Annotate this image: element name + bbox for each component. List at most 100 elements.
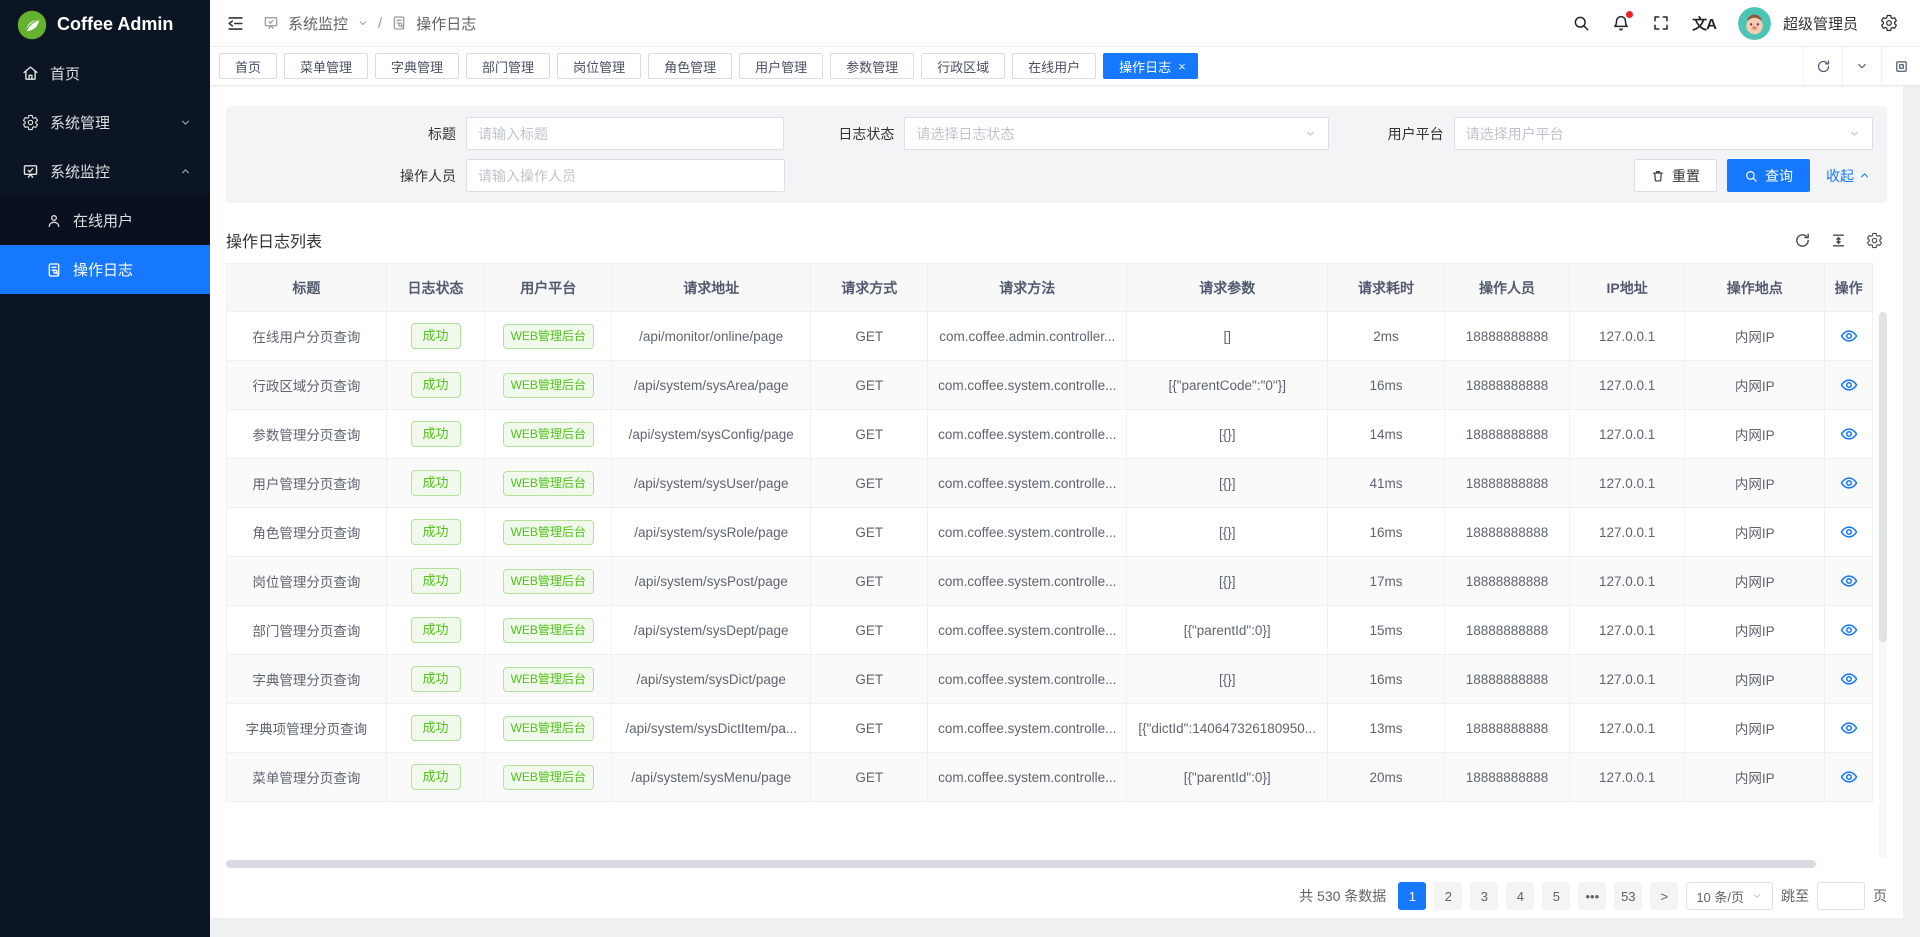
cell-function: com.coffee.system.controlle...	[928, 753, 1127, 802]
table-horizontal-scrollbar[interactable]	[226, 860, 1816, 868]
chevron-down-icon	[1855, 59, 1869, 73]
sidebar-item-system-management[interactable]: 系统管理	[0, 98, 210, 147]
cell-ip: 127.0.0.1	[1570, 606, 1685, 655]
eye-icon	[1840, 768, 1858, 786]
view-detail-button[interactable]	[1840, 572, 1858, 590]
cell-title: 行政区域分页查询	[227, 361, 387, 410]
close-tab-icon[interactable]: ×	[1178, 60, 1186, 73]
col-params: 请求参数	[1127, 264, 1328, 312]
sidebar-submenu: 在线用户 操作日志	[0, 196, 210, 294]
platform-select[interactable]: 请选择用户平台	[1454, 117, 1873, 150]
chevron-up-icon	[179, 165, 192, 178]
sidebar-item-home[interactable]: 首页	[0, 49, 210, 98]
tab-options-button[interactable]	[1842, 47, 1881, 85]
cell-duration: 16ms	[1328, 508, 1445, 557]
tab-online-users[interactable]: 在线用户	[1012, 53, 1096, 79]
view-detail-button[interactable]	[1840, 523, 1858, 541]
jump-page-input[interactable]	[1817, 882, 1865, 910]
view-detail-button[interactable]	[1840, 474, 1858, 492]
operator-input[interactable]	[466, 159, 785, 192]
cell-title: 字典管理分页查询	[227, 655, 387, 704]
tab-menu-management[interactable]: 菜单管理	[284, 53, 368, 79]
cell-title: 菜单管理分页查询	[227, 753, 387, 802]
cell-location: 内网IP	[1685, 606, 1825, 655]
table-vertical-scrollbar[interactable]	[1879, 312, 1887, 858]
cell-action	[1825, 312, 1873, 361]
sidebar-item-system-monitor[interactable]: 系统监控	[0, 147, 210, 196]
collapse-sidebar-button[interactable]	[226, 14, 245, 33]
tab-admin-area[interactable]: 行政区域	[921, 53, 1005, 79]
collapse-filter-link[interactable]: 收起	[1826, 166, 1871, 186]
view-detail-button[interactable]	[1840, 376, 1858, 394]
trash-icon	[1651, 169, 1665, 183]
cell-function: com.coffee.system.controlle...	[928, 410, 1127, 459]
page-button-3[interactable]: 3	[1470, 882, 1498, 910]
refresh-tab-button[interactable]	[1803, 47, 1842, 85]
view-detail-button[interactable]	[1840, 670, 1858, 688]
search-button[interactable]: 查询	[1727, 159, 1810, 192]
cell-operator: 18888888888	[1444, 753, 1569, 802]
page-button-4[interactable]: 4	[1506, 882, 1534, 910]
col-function: 请求方法	[928, 264, 1127, 312]
cell-method: GET	[811, 361, 928, 410]
view-detail-button[interactable]	[1840, 719, 1858, 737]
tab-dept-management[interactable]: 部门管理	[466, 53, 550, 79]
eye-icon	[1840, 670, 1858, 688]
cell-method: GET	[811, 704, 928, 753]
view-detail-button[interactable]	[1840, 768, 1858, 786]
cell-params: [{}]	[1127, 508, 1328, 557]
breadcrumb: 系统监控 / 操作日志	[263, 13, 476, 34]
tab-operation-log[interactable]: 操作日志 ×	[1103, 53, 1198, 79]
cell-params: [{"parentCode":"0"}]	[1127, 361, 1328, 410]
page-button-5[interactable]: 5	[1542, 882, 1570, 910]
tab-role-management[interactable]: 角色管理	[648, 53, 732, 79]
page-button-53[interactable]: 53	[1614, 882, 1642, 910]
page-size-select[interactable]: 10 条/页	[1686, 882, 1773, 910]
scrollbar-thumb[interactable]	[1879, 312, 1887, 642]
tab-dict-management[interactable]: 字典管理	[375, 53, 459, 79]
view-detail-button[interactable]	[1840, 621, 1858, 639]
cell-status: 成功	[386, 606, 485, 655]
global-search-button[interactable]	[1572, 14, 1590, 32]
app-logo[interactable]: Coffee Admin	[0, 0, 210, 49]
settings-button[interactable]	[1880, 14, 1898, 32]
page-button-2[interactable]: 2	[1434, 882, 1462, 910]
title-input[interactable]	[466, 117, 784, 150]
column-settings-button[interactable]	[1866, 232, 1883, 249]
notifications-button[interactable]	[1612, 14, 1630, 32]
cell-title: 字典项管理分页查询	[227, 704, 387, 753]
cell-params: [{}]	[1127, 410, 1328, 459]
cell-operator: 18888888888	[1444, 655, 1569, 704]
page-ellipsis[interactable]: •••	[1578, 882, 1606, 910]
reset-button[interactable]: 重置	[1634, 159, 1717, 192]
chevron-down-icon[interactable]	[357, 17, 369, 29]
row-density-button[interactable]	[1830, 232, 1847, 249]
content-fullscreen-button[interactable]	[1881, 47, 1920, 85]
filter-buttons: 重置 查询 收起	[1634, 159, 1873, 192]
breadcrumb-parent[interactable]: 系统监控	[288, 13, 348, 34]
sidebar-item-operation-log[interactable]: 操作日志	[0, 245, 210, 294]
tab-home[interactable]: 首页	[219, 53, 277, 79]
current-user-name[interactable]: 超级管理员	[1783, 13, 1858, 34]
avatar[interactable]	[1738, 7, 1771, 40]
view-detail-button[interactable]	[1840, 327, 1858, 345]
tab-user-management[interactable]: 用户管理	[739, 53, 823, 79]
tab-param-management[interactable]: 参数管理	[830, 53, 914, 79]
fullscreen-button[interactable]	[1652, 14, 1670, 32]
next-page-button[interactable]: >	[1650, 882, 1678, 910]
sidebar-item-online-users[interactable]: 在线用户	[0, 196, 210, 245]
status-badge: 成功	[411, 421, 461, 447]
reload-table-button[interactable]	[1794, 232, 1811, 249]
view-detail-button[interactable]	[1840, 425, 1858, 443]
status-select[interactable]: 请选择日志状态	[904, 117, 1328, 150]
col-ip: IP地址	[1570, 264, 1685, 312]
refresh-icon	[1794, 232, 1811, 249]
tab-post-management[interactable]: 岗位管理	[557, 53, 641, 79]
page-button-1[interactable]: 1	[1398, 882, 1426, 910]
table-row: 部门管理分页查询 成功 WEB管理后台 /api/system/sysDept/…	[227, 606, 1873, 655]
cell-method: GET	[811, 312, 928, 361]
cell-function: com.coffee.system.controlle...	[928, 606, 1127, 655]
chevron-down-icon	[1304, 127, 1317, 140]
language-switch-button[interactable]: 文A	[1692, 13, 1716, 34]
cell-action	[1825, 459, 1873, 508]
